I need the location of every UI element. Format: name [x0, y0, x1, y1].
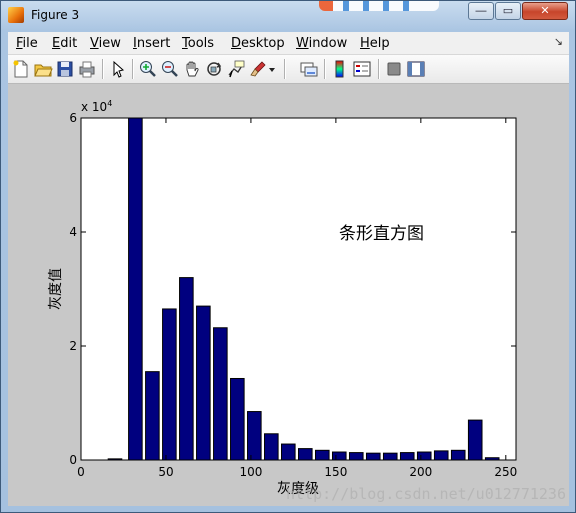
x-tick-label: 100	[239, 465, 262, 479]
menu-bar: File Edit View Insert Tools Desktop Wind…	[8, 32, 569, 55]
menu-desktop-accel: D	[231, 36, 242, 51]
bar-15	[365, 452, 381, 461]
bar-5	[196, 305, 211, 461]
y-tick-label: 0	[69, 453, 77, 467]
bar-6	[213, 327, 228, 461]
maximize-button[interactable]: ▭	[495, 2, 521, 20]
bar-19	[433, 450, 449, 461]
window-title: Figure 3	[31, 8, 80, 22]
menu-help[interactable]: Help	[360, 36, 390, 51]
menu-help-accel: H	[360, 36, 370, 51]
save-icon[interactable]	[55, 59, 75, 79]
bar-4	[179, 277, 194, 461]
menu-view[interactable]: View	[90, 36, 121, 51]
bar-13	[331, 451, 347, 461]
bar-14	[348, 452, 364, 461]
y-axis-label: 灰度值	[48, 268, 64, 310]
menu-desktop-rest: esktop	[241, 36, 285, 51]
menu-view-rest: iew	[98, 36, 121, 51]
matlab-app-icon	[8, 7, 24, 23]
y-tick-label: 6	[69, 111, 77, 125]
bar-2	[145, 371, 160, 461]
toolbar-separator	[324, 59, 326, 79]
menu-window-accel: W	[296, 36, 309, 51]
bar-1	[128, 117, 143, 461]
figure-toolbar	[8, 55, 569, 84]
histogram-chart: 0 50 100 150 200 250 0246 x 104 条形直方图 灰度级 灰度值…	[48, 99, 566, 503]
toolbar-separator	[284, 59, 286, 79]
menu-insert[interactable]: Insert	[133, 36, 170, 51]
zoom-in-icon[interactable]	[138, 59, 158, 79]
toolbar-separator	[132, 59, 134, 79]
menu-view-accel: V	[90, 36, 99, 51]
insert-colorbar-icon[interactable]	[330, 59, 350, 79]
figure-canvas: 0 50 100 150 200 250 0246 x 104 条形直方图 灰度级 灰度值…	[8, 84, 569, 506]
y-tick-label: 2	[69, 339, 77, 353]
bar-11	[298, 448, 313, 461]
menu-tools-rest: ools	[187, 36, 215, 51]
menu-edit-accel: E	[52, 36, 61, 51]
title-bar[interactable]: Figure 3 — ▭ ✕	[1, 1, 575, 31]
bar-20	[450, 449, 466, 461]
y-exponent-label: x 104	[81, 99, 112, 114]
menu-window-rest: indow	[308, 36, 348, 51]
pan-hand-icon[interactable]	[182, 59, 202, 79]
zoom-out-icon[interactable]	[160, 59, 180, 79]
bar-10	[281, 443, 296, 461]
bar-8	[247, 411, 262, 461]
y-tick-label: 4	[69, 225, 77, 239]
bar-7	[230, 377, 245, 461]
menu-file-rest: ile	[22, 36, 38, 51]
data-cursor-icon[interactable]	[226, 59, 246, 79]
link-plot-icon[interactable]	[299, 59, 319, 79]
menu-insert-rest: nsert	[136, 36, 171, 51]
print-icon[interactable]	[77, 59, 97, 79]
open-file-icon[interactable]	[33, 59, 53, 79]
brush-dropdown-icon[interactable]	[266, 59, 278, 79]
select-arrow-icon[interactable]	[108, 59, 128, 79]
insert-legend-icon[interactable]	[352, 59, 372, 79]
x-tick-label: 50	[158, 465, 173, 479]
minimize-button[interactable]: —	[468, 2, 494, 20]
bar-3	[162, 308, 177, 461]
x-tick-label: 250	[494, 465, 517, 479]
menu-window[interactable]: Window	[296, 36, 347, 51]
brush-icon[interactable]	[248, 59, 268, 79]
bar-17	[399, 452, 415, 461]
chart-annotation: 条形直方图	[339, 224, 424, 244]
menu-file[interactable]: File	[16, 36, 38, 51]
rotate-3d-icon[interactable]	[204, 59, 224, 79]
dock-arrow-icon[interactable]: ↘	[554, 35, 563, 48]
x-tick-label: 200	[409, 465, 432, 479]
toolbar-separator	[378, 59, 380, 79]
x-tick-label: 150	[324, 465, 347, 479]
menu-edit[interactable]: Edit	[52, 36, 77, 51]
bar-16	[382, 452, 398, 461]
menu-desktop[interactable]: Desktop	[231, 36, 285, 51]
bar-21	[467, 419, 483, 461]
hide-plot-tools-icon[interactable]	[384, 59, 404, 79]
overlay-toolbar-badge	[319, 1, 439, 11]
toolbar-separator	[102, 59, 104, 79]
bar-12	[314, 449, 330, 461]
x-tick-label: 0	[77, 465, 85, 479]
bar-18	[416, 451, 432, 461]
figure-window: Figure 3 — ▭ ✕ File Edit View Insert Too…	[0, 0, 576, 513]
new-figure-icon[interactable]	[11, 59, 31, 79]
menu-tools[interactable]: Tools	[182, 36, 214, 51]
show-plot-tools-icon[interactable]	[406, 59, 426, 79]
bar-9	[264, 433, 279, 461]
menu-edit-rest: dit	[60, 36, 78, 51]
menu-help-rest: elp	[369, 36, 390, 51]
close-button[interactable]: ✕	[522, 2, 568, 20]
blog-watermark: http://blog.csdn.net/u012771236	[286, 485, 566, 503]
